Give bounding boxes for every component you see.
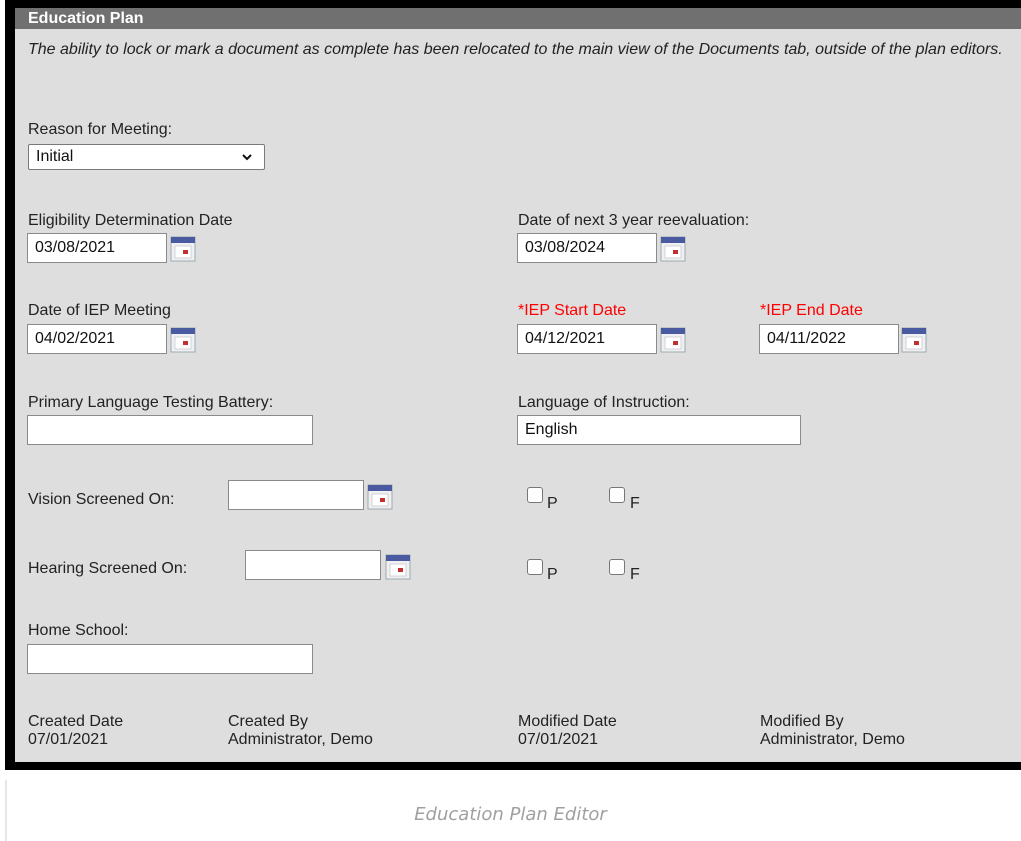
testing-battery-label: Primary Language Testing Battery: xyxy=(28,394,274,411)
eligibility-date-input[interactable] xyxy=(27,233,167,263)
home-school-label: Home School: xyxy=(28,622,129,639)
panel-header: Education Plan xyxy=(15,8,1021,29)
hearing-pass-checkbox[interactable] xyxy=(527,559,543,575)
reeval-label: Date of next 3 year reevaluation: xyxy=(518,212,750,229)
vision-pass-label: P xyxy=(547,495,558,512)
hearing-date-input[interactable] xyxy=(245,550,381,580)
vision-date-input[interactable] xyxy=(228,480,364,510)
iep-start-date-input[interactable] xyxy=(517,324,657,354)
hearing-label: Hearing Screened On: xyxy=(28,560,188,577)
iep-meeting-label: Date of IEP Meeting xyxy=(28,302,171,319)
created-date-label: Created Date xyxy=(28,713,124,730)
modified-date-label: Modified Date xyxy=(518,713,617,730)
reason-label: Reason for Meeting: xyxy=(28,121,173,138)
eligibility-label: Eligibility Determination Date xyxy=(28,212,233,229)
reason-select[interactable]: Initial xyxy=(28,144,265,170)
calendar-icon[interactable] xyxy=(660,236,686,262)
home-school-input[interactable] xyxy=(27,644,313,674)
iep-start-label: *IEP Start Date xyxy=(518,302,627,319)
chevron-down-icon xyxy=(242,154,252,161)
iep-end-date-input[interactable] xyxy=(759,324,899,354)
calendar-icon[interactable] xyxy=(901,327,927,353)
modified-date-value: 07/01/2021 xyxy=(518,731,599,748)
modified-by-value: Administrator, Demo xyxy=(760,731,905,748)
reason-value: Initial xyxy=(36,148,74,165)
vision-fail-checkbox[interactable] xyxy=(609,487,625,503)
instruction-language-input[interactable] xyxy=(517,415,801,445)
calendar-icon[interactable] xyxy=(170,327,196,353)
created-by-label: Created By xyxy=(228,713,309,730)
iep-meeting-date-input[interactable] xyxy=(27,324,167,354)
hearing-fail-label: F xyxy=(630,566,640,583)
instruction-language-label: Language of Instruction: xyxy=(518,394,690,411)
iep-end-label: *IEP End Date xyxy=(760,302,863,319)
hearing-pass-label: P xyxy=(547,566,558,583)
modified-by-label: Modified By xyxy=(760,713,844,730)
vision-label: Vision Screened On: xyxy=(28,491,175,508)
reeval-date-input[interactable] xyxy=(517,233,657,263)
calendar-icon[interactable] xyxy=(385,554,411,580)
figure-caption: Education Plan Editor xyxy=(414,804,607,825)
relocation-note: The ability to lock or mark a document a… xyxy=(28,41,1003,58)
calendar-icon[interactable] xyxy=(367,484,393,510)
testing-battery-input[interactable] xyxy=(27,415,313,445)
created-by-value: Administrator, Demo xyxy=(228,731,373,748)
calendar-icon[interactable] xyxy=(660,327,686,353)
hearing-fail-checkbox[interactable] xyxy=(609,559,625,575)
calendar-icon[interactable] xyxy=(170,236,196,262)
education-plan-panel: Education Plan The ability to lock or ma… xyxy=(15,8,1021,762)
vision-pass-checkbox[interactable] xyxy=(527,487,543,503)
created-date-value: 07/01/2021 xyxy=(28,731,109,748)
vision-fail-label: F xyxy=(630,495,640,512)
